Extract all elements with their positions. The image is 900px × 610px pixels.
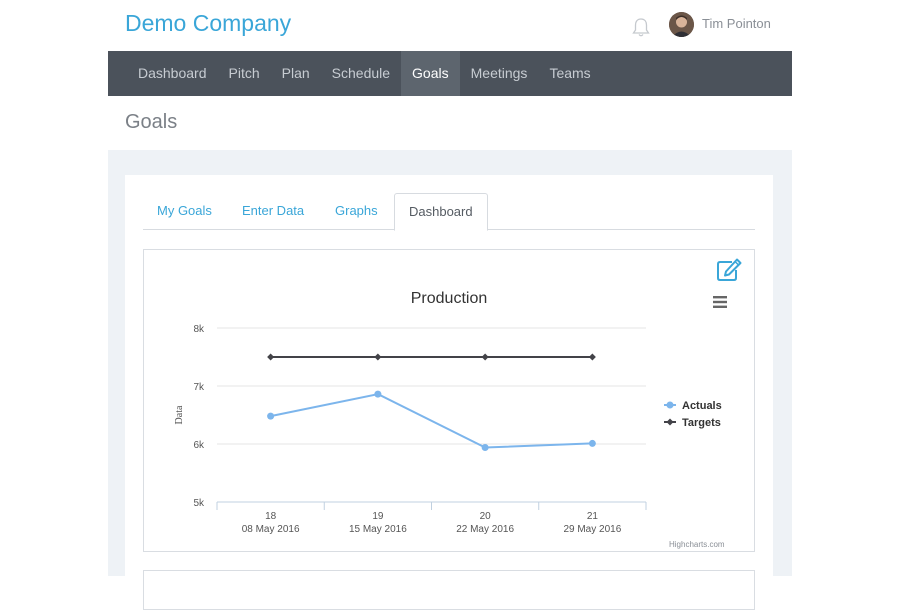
page-title: Goals [125,111,178,133]
nav-item-teams[interactable]: Teams [538,51,601,96]
legend-marker-targets [666,418,674,426]
series-line-actuals [270,393,593,449]
x-tick-label: 18 [265,511,277,522]
main-nav: Dashboard Pitch Plan Schedule Goals Meet… [108,51,792,96]
data-point-targets [267,353,275,361]
tab-graphs[interactable]: Graphs [321,193,392,230]
tab-dashboard[interactable]: Dashboard [394,193,488,231]
x-tick-label: 19 [372,511,384,522]
data-point-targets [374,353,382,361]
nav-item-goals[interactable]: Goals [401,51,460,96]
data-point-actuals [374,390,382,398]
nav-item-dashboard[interactable]: Dashboard [127,51,218,96]
tab-my-goals[interactable]: My Goals [143,193,226,230]
legend-label-targets: Targets [682,417,721,429]
data-point-actuals [481,443,489,451]
content-area: My Goals Enter Data Graphs Dashboard Pro… [108,150,792,610]
page-title-bar: Goals [108,96,792,150]
goals-panel: My Goals Enter Data Graphs Dashboard Pro… [125,175,773,610]
x-tick-label-date: 15 May 2016 [349,524,407,535]
app-container: Demo Company Tim Pointon Dashboard Pitch… [108,0,792,610]
chart-title: Production [411,290,488,307]
x-tick-label-date: 22 May 2016 [456,524,514,535]
second-chart-card [143,570,755,610]
tab-enter-data[interactable]: Enter Data [228,193,318,230]
bell-icon[interactable] [630,16,652,38]
x-tick-label: 20 [480,511,492,522]
production-chart-card: Production 5k 6k 7k 8k Data 18 08 May 2016 19 15 … [143,249,755,552]
data-point-targets [588,353,596,361]
x-tick-label-date: 29 May 2016 [563,524,621,535]
production-chart: Production 5k 6k 7k 8k Data 18 08 May 2016 19 15 … [174,290,722,535]
user-name[interactable]: Tim Pointon [702,16,771,31]
data-point-actuals [588,439,596,447]
goals-tabs: My Goals Enter Data Graphs Dashboard [143,193,755,231]
legend-label-actuals: Actuals [682,400,722,412]
y-tick-label: 6k [193,440,205,451]
y-tick-label: 8k [193,324,205,335]
nav-item-meetings[interactable]: Meetings [460,51,539,96]
x-tick-label: 21 [587,511,599,522]
top-header: Demo Company Tim Pointon [108,0,792,51]
data-point-actuals [267,412,275,420]
chart-credits[interactable]: Highcharts.com [669,540,725,549]
nav-item-plan[interactable]: Plan [271,51,321,96]
legend-marker-actuals [666,401,674,409]
nav-item-schedule[interactable]: Schedule [321,51,401,96]
user-avatar-icon [669,12,694,37]
y-tick-label: 5k [193,498,205,509]
avatar[interactable] [669,12,694,37]
data-point-targets [481,353,489,361]
y-axis-label: Data [174,405,185,424]
y-tick-label: 7k [193,382,205,393]
nav-item-pitch[interactable]: Pitch [218,51,271,96]
x-tick-label-date: 08 May 2016 [242,524,300,535]
company-name[interactable]: Demo Company [125,10,291,37]
